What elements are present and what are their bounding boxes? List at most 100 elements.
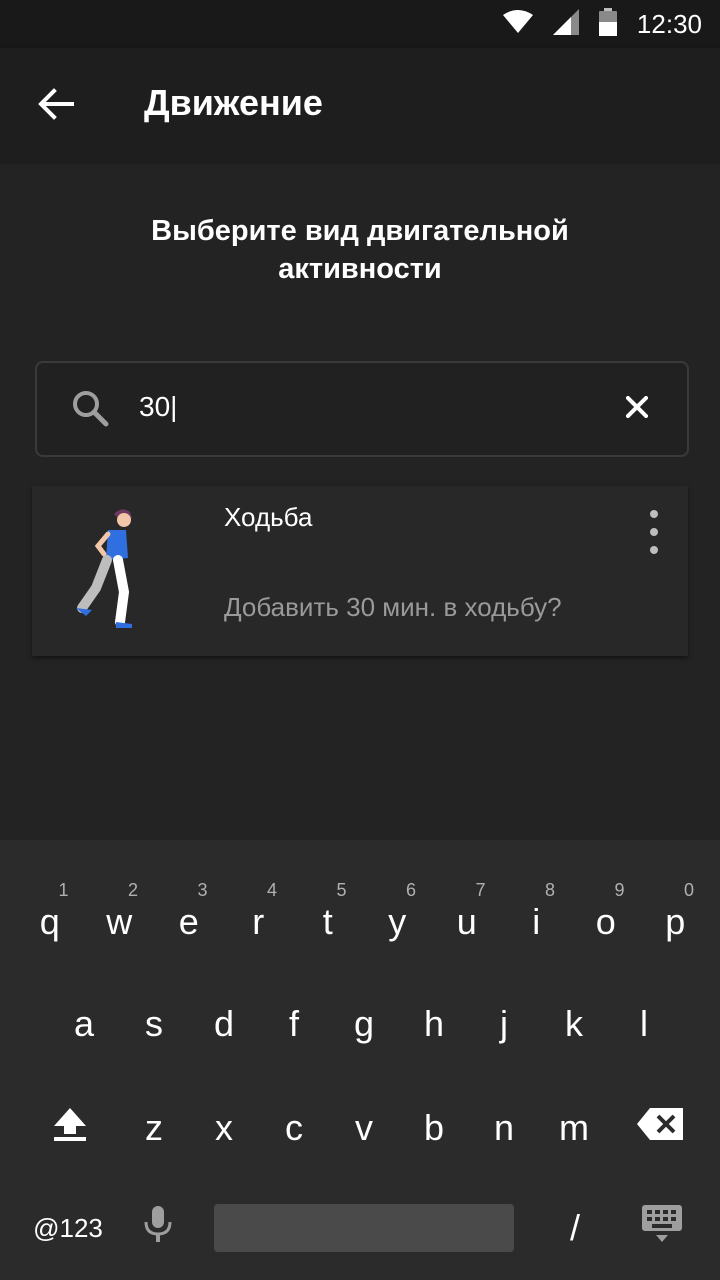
hide-keyboard-key[interactable]: [622, 1178, 702, 1278]
key-g[interactable]: g: [329, 974, 399, 1074]
key-label: a: [73, 1003, 95, 1044]
key-v[interactable]: v: [329, 1078, 399, 1178]
key-d[interactable]: d: [189, 974, 259, 1074]
slash-key[interactable]: /: [540, 1178, 610, 1278]
backspace-key[interactable]: [620, 1078, 700, 1178]
key-l[interactable]: l: [609, 974, 679, 1074]
key-f[interactable]: f: [259, 974, 329, 1074]
key-label: d: [213, 1003, 235, 1044]
status-time: 12:30: [636, 8, 702, 39]
key-label: m: [559, 1107, 589, 1148]
key-h[interactable]: h: [399, 974, 469, 1074]
signal-icon: [552, 8, 579, 40]
key-hint: 5: [336, 880, 347, 900]
more-dot: [650, 528, 658, 536]
key-label: x: [215, 1107, 233, 1148]
key-hint: 8: [544, 880, 555, 900]
key-label: t: [322, 901, 333, 942]
key-label: k: [565, 1003, 583, 1044]
key-hint: 3: [197, 880, 208, 900]
keyboard-row-2: asdfghjkl: [0, 974, 720, 1074]
back-button[interactable]: [26, 76, 86, 136]
key-label: f: [288, 1003, 299, 1044]
key-label: u: [456, 901, 477, 942]
prompt-line-1: Выберите вид двигательной: [151, 215, 569, 247]
key-s[interactable]: s: [119, 974, 189, 1074]
more-dot: [650, 546, 658, 554]
keyboard-row-3: zxcvbnm: [0, 1078, 720, 1178]
key-label: g: [353, 1003, 375, 1044]
key-label: o: [595, 901, 616, 942]
more-vert-icon[interactable]: [642, 510, 666, 554]
key-t[interactable]: t5: [293, 872, 363, 972]
status-bar: 12:30: [0, 0, 720, 48]
key-label: p: [665, 901, 686, 942]
keyboard-row-1: q1w2e3r4t5y6u7i8o9p0: [0, 872, 720, 972]
key-label: z: [145, 1107, 163, 1148]
key-label: n: [493, 1107, 515, 1148]
microphone-key[interactable]: [122, 1178, 194, 1278]
key-label: b: [423, 1107, 445, 1148]
key-m[interactable]: m: [539, 1078, 609, 1178]
search-value[interactable]: 30|: [139, 391, 177, 423]
key-label: e: [178, 901, 199, 942]
key-c[interactable]: c: [259, 1078, 329, 1178]
key-hint: 2: [127, 880, 138, 900]
key-z[interactable]: z: [119, 1078, 189, 1178]
space-key[interactable]: [214, 1204, 514, 1252]
key-label: q: [39, 901, 60, 942]
key-k[interactable]: k: [539, 974, 609, 1074]
key-label: l: [640, 1003, 648, 1044]
activity-result-card[interactable]: Ходьба Добавить 30 мин. в ходьбу?: [32, 486, 688, 656]
key-hint: 9: [614, 880, 625, 900]
key-hint: 4: [266, 880, 277, 900]
activity-suggestion: Добавить 30 мин. в ходьбу?: [224, 592, 562, 622]
search-input[interactable]: 30|: [35, 361, 689, 457]
key-w[interactable]: w2: [85, 872, 155, 972]
key-label: i: [532, 901, 541, 942]
more-dot: [650, 510, 658, 518]
arrow-left-icon: [38, 87, 74, 125]
key-x[interactable]: x: [189, 1078, 259, 1178]
clear-search-button[interactable]: [621, 393, 653, 425]
key-label: s: [145, 1003, 163, 1044]
key-u[interactable]: u7: [432, 872, 502, 972]
shift-icon: [52, 1106, 88, 1151]
activity-title: Ходьба: [224, 502, 313, 532]
key-q[interactable]: q1: [15, 872, 85, 972]
close-icon: [625, 394, 649, 423]
key-hint: 1: [58, 880, 69, 900]
search-icon: [71, 389, 111, 434]
key-label: w: [106, 901, 133, 942]
key-label: r: [252, 901, 265, 942]
walking-person-illustration: [74, 496, 154, 641]
shift-key[interactable]: [30, 1078, 110, 1178]
key-label: j: [500, 1003, 508, 1044]
key-r[interactable]: r4: [224, 872, 294, 972]
key-label: c: [285, 1107, 303, 1148]
keyboard-row-4: @123 /: [0, 1178, 720, 1278]
key-label: h: [423, 1003, 445, 1044]
app-bar: Движение: [0, 48, 720, 164]
key-a[interactable]: a: [49, 974, 119, 1074]
key-label: v: [355, 1107, 373, 1148]
key-n[interactable]: n: [469, 1078, 539, 1178]
key-p[interactable]: p0: [641, 872, 711, 972]
key-b[interactable]: b: [399, 1078, 469, 1178]
key-hint: 0: [683, 880, 694, 900]
backspace-icon: [636, 1107, 684, 1150]
key-o[interactable]: o9: [571, 872, 641, 972]
key-e[interactable]: e3: [154, 872, 224, 972]
key-hint: 7: [475, 880, 486, 900]
key-i[interactable]: i8: [502, 872, 572, 972]
wifi-icon: [502, 9, 533, 39]
key-y[interactable]: y6: [363, 872, 433, 972]
microphone-icon: [143, 1204, 173, 1253]
keyboard-hide-icon: [641, 1204, 683, 1253]
page-title: Движение: [144, 82, 323, 123]
key-j[interactable]: j: [469, 974, 539, 1074]
key-label: y: [388, 901, 407, 942]
status-icons: 12:30: [502, 0, 702, 48]
main-content: Выберите вид двигательной активности 30|: [0, 164, 720, 840]
symbols-key[interactable]: @123: [20, 1178, 116, 1278]
